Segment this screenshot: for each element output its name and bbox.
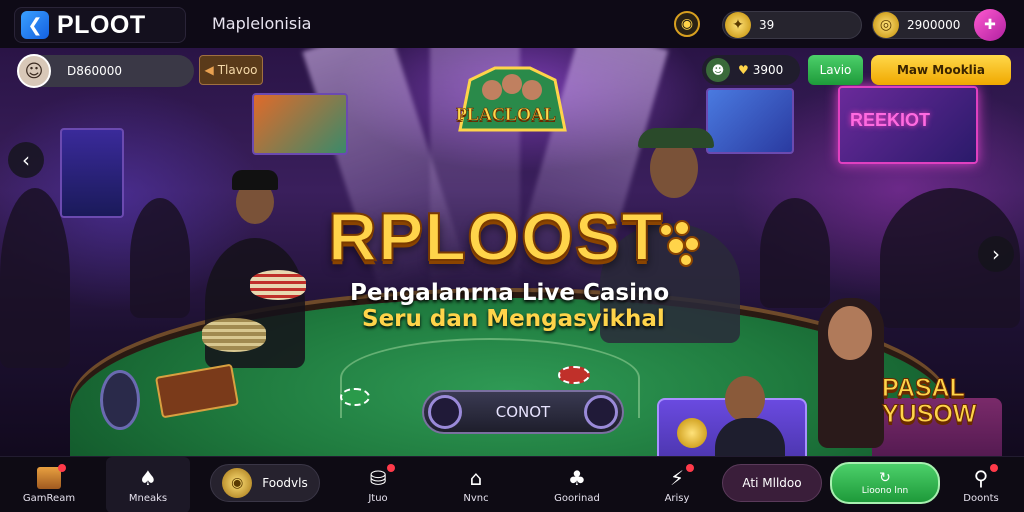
- avatar: ☺: [17, 54, 51, 88]
- character-body: [715, 418, 785, 456]
- cta-button[interactable]: CONOT: [422, 390, 624, 434]
- game-logo-emblem: [458, 66, 567, 132]
- promo-card-dealer: [657, 376, 807, 456]
- lightning-icon: ⚡: [664, 464, 694, 490]
- nav-label: Foodvls: [262, 476, 308, 490]
- hero-subtitle-highlight: Seru dan Mengasyikhal: [362, 306, 665, 332]
- crowd-silhouette: [130, 198, 190, 318]
- crowd-silhouette: [760, 198, 830, 308]
- user-profile-pill[interactable]: ☺ D860000: [17, 54, 194, 88]
- dealer-hat: [638, 128, 714, 148]
- arrow-left-icon: ◀: [204, 63, 214, 77]
- heart-icon: ♥: [738, 63, 749, 77]
- coin-icon: ◎: [873, 12, 899, 38]
- balance-pill[interactable]: ✦ 39: [722, 11, 862, 39]
- tag-label: Tlavoo: [217, 63, 258, 77]
- nav-label: GamReam: [22, 493, 76, 504]
- nav-item-gamream[interactable]: GamReam: [16, 457, 82, 512]
- logo-icon: ❮: [21, 11, 49, 39]
- nav-item-nvnc[interactable]: ⌂ Nvnc: [452, 457, 500, 512]
- spade-icon: ♠: [139, 466, 157, 490]
- nav-item-jtuo[interactable]: ⛁ Jtuo: [356, 457, 400, 512]
- carousel-prev-button[interactable]: ‹: [8, 142, 44, 178]
- cta-label: CONOT: [495, 403, 551, 421]
- chip-stack: [202, 318, 266, 352]
- house-icon: ⌂: [469, 466, 483, 490]
- user-id: D860000: [67, 64, 123, 78]
- site-name: Maplelonisia: [212, 14, 312, 33]
- coin-icon: ◉: [680, 16, 694, 32]
- neon-sign-text: REEKIOT: [850, 110, 931, 130]
- promo-text-line: PASAL: [881, 374, 965, 402]
- chevron-right-icon: ›: [992, 242, 1000, 266]
- nav-item-arisy[interactable]: ⚡ Arisy: [654, 457, 700, 512]
- nav-label: Lioono lnn: [861, 486, 909, 496]
- coins-value: 2900000: [907, 18, 961, 32]
- menu-icon: ✚: [984, 17, 996, 33]
- coin-icon: [677, 418, 707, 448]
- logo-text: PLOOT: [57, 10, 146, 39]
- notification-dot: [990, 464, 998, 472]
- stat-pill[interactable]: ☻ ♥ 3900: [702, 55, 800, 85]
- play-icon: [428, 395, 462, 429]
- nav-item-foodvls[interactable]: ◉ Foodvls: [210, 464, 320, 502]
- refresh-icon: ↻: [879, 470, 891, 486]
- top-bar: ❮ PLOOT Maplelonisia ◉ ✦ 39 ◎ 2900000 ✚: [0, 0, 1024, 48]
- green-action-label: Lavio: [819, 63, 852, 77]
- menu-button[interactable]: ✚: [974, 9, 1006, 41]
- nav-item-doonts[interactable]: ⚲ Doonts: [950, 457, 1012, 512]
- chip: [558, 366, 590, 384]
- character-head: [828, 306, 872, 360]
- green-action-button[interactable]: Lavio: [808, 55, 863, 85]
- logo[interactable]: ❮ PLOOT: [14, 7, 186, 43]
- wall-screen: [706, 88, 794, 154]
- nav-label: Ati Mlldoo: [742, 476, 802, 490]
- neon-sign-board: REEKIOT: [838, 86, 978, 164]
- wall-screen: [252, 93, 348, 155]
- table-badge: [100, 370, 140, 430]
- nav-item-goorinad[interactable]: ♣ Goorinad: [546, 457, 608, 512]
- coin-dots-icon: [659, 220, 700, 267]
- hero-subtitle: Pengalanrna Live Casino: [350, 280, 670, 306]
- nav-label: Doonts: [963, 493, 999, 504]
- clover-icon: ♣: [568, 466, 586, 490]
- game-logo-text: PLACLOAL: [456, 104, 557, 125]
- tag-button[interactable]: ◀ Tlavoo: [199, 55, 263, 85]
- nav-label: Goorinad: [554, 493, 600, 504]
- notification-dot: [387, 464, 395, 472]
- player-cap: [232, 170, 278, 190]
- promo-text: PASAL YUSOW: [881, 374, 977, 428]
- carousel-next-button[interactable]: ›: [978, 236, 1014, 272]
- bottom-nav-bar: GamReam ♠ Mneaks ◉ Foodvls ⛁ Jtuo ⌂ Nvnc…: [0, 456, 1024, 512]
- primary-action-label: Maw Mooklia: [896, 63, 986, 77]
- chip-stack: [250, 270, 306, 300]
- coin-icon: ◉: [222, 468, 253, 498]
- character-head: [725, 376, 765, 422]
- chip-icon: [584, 395, 618, 429]
- crowd-silhouette: [0, 188, 70, 368]
- nav-item-lioono[interactable]: ↻ Lioono lnn: [830, 462, 940, 504]
- mascot-icon: ☻: [706, 58, 730, 82]
- chevron-left-icon: ‹: [22, 148, 30, 172]
- notification-dot: [686, 464, 694, 472]
- primary-action-button[interactable]: Maw Mooklia: [871, 55, 1011, 85]
- balance-value: 39: [759, 18, 775, 32]
- nav-label: Mneaks: [128, 493, 168, 504]
- chip: [340, 388, 370, 406]
- hero-title: RPLOOST: [327, 198, 664, 276]
- notification-dot: [58, 464, 66, 472]
- nav-item-ati-mlldoo[interactable]: Ati Mlldoo: [722, 464, 822, 502]
- nav-item-mneaks[interactable]: ♠ Mneaks: [106, 457, 190, 512]
- wallet-icon: ✦: [725, 12, 751, 38]
- pin-icon: ⚲: [968, 464, 998, 490]
- shop-icon: [36, 464, 66, 490]
- settings-coin-button[interactable]: ◉: [674, 11, 700, 37]
- wall-screen: [60, 128, 124, 218]
- nav-label: Arisy: [664, 493, 690, 504]
- nav-label: Jtuo: [368, 493, 388, 504]
- stat-value: 3900: [752, 63, 784, 77]
- nav-label: Nvnc: [463, 493, 489, 504]
- chip-icon: ⛁: [365, 464, 395, 490]
- promo-text-line: YUSOW: [881, 400, 977, 428]
